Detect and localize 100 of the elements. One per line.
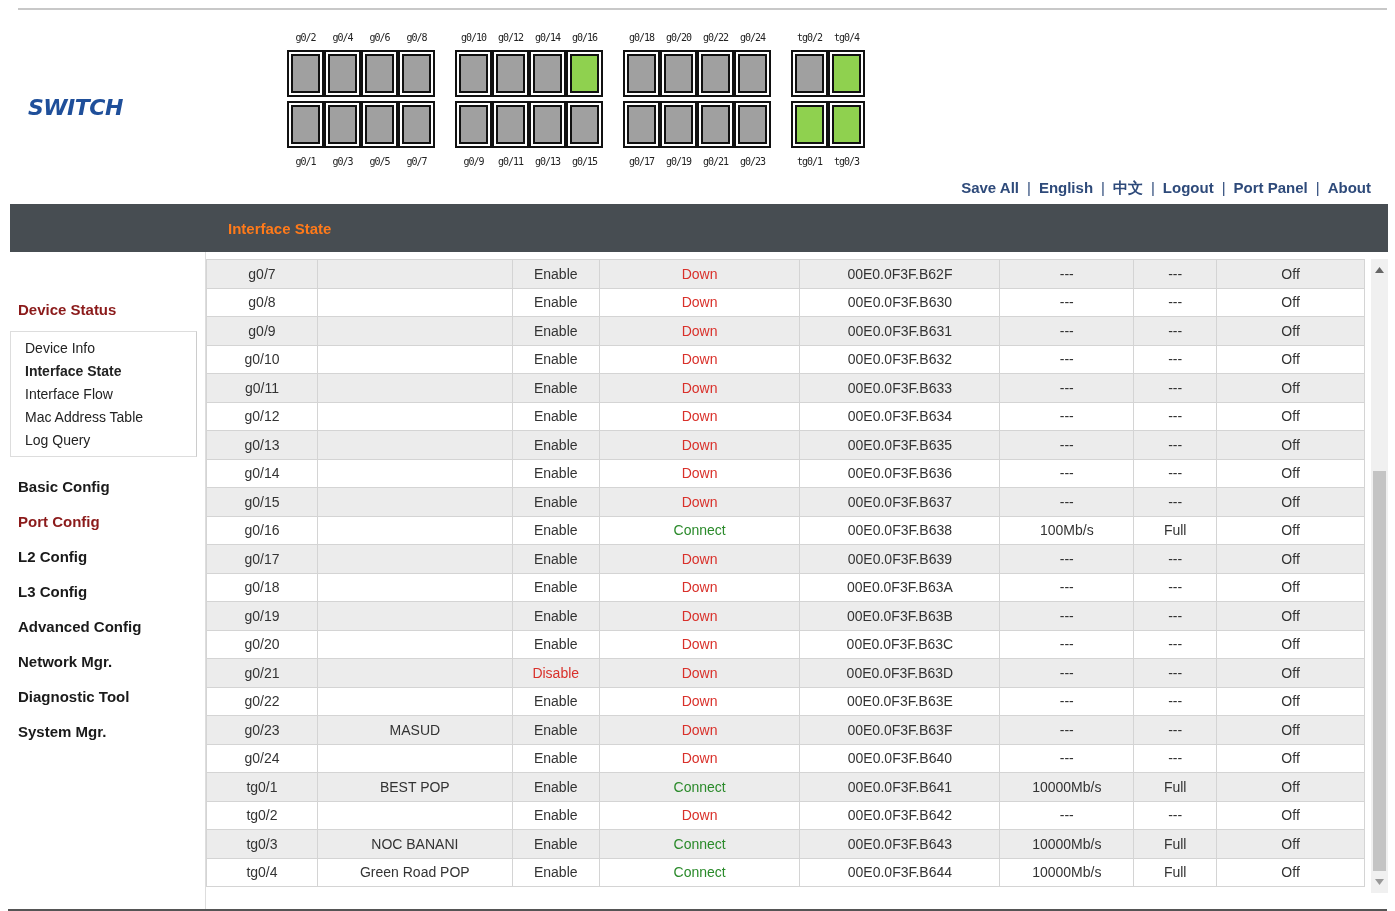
table-cell: Off bbox=[1216, 288, 1365, 317]
port-icon[interactable] bbox=[697, 50, 734, 97]
submenu-item[interactable]: Log Query bbox=[25, 432, 196, 448]
port-icon[interactable] bbox=[791, 101, 828, 148]
table-cell: --- bbox=[999, 430, 1134, 459]
port-icon[interactable] bbox=[828, 101, 865, 148]
port-icon[interactable] bbox=[734, 50, 771, 97]
nav-link[interactable]: English bbox=[1038, 179, 1094, 198]
port-icon[interactable] bbox=[492, 101, 529, 148]
menu-item[interactable]: Network Mgr. bbox=[10, 644, 121, 679]
nav-link[interactable]: Logout bbox=[1162, 179, 1214, 198]
port-icon[interactable] bbox=[734, 101, 771, 148]
port-icon[interactable] bbox=[455, 50, 492, 97]
table-cell: 10000Mb/s bbox=[999, 829, 1134, 858]
table-cell: Down bbox=[599, 573, 800, 602]
table-cell: g0/24 bbox=[206, 744, 318, 773]
port-icon[interactable] bbox=[361, 101, 398, 148]
port-icon[interactable] bbox=[623, 101, 660, 148]
table-cell: Full bbox=[1133, 829, 1217, 858]
table-cell: Down bbox=[599, 316, 800, 345]
table-cell: 00E0.0F3F.B644 bbox=[800, 858, 1000, 887]
table-cell: --- bbox=[1133, 658, 1217, 687]
menu-item[interactable]: Basic Config bbox=[10, 469, 118, 504]
port-icon[interactable] bbox=[697, 101, 734, 148]
port-icon[interactable] bbox=[287, 101, 324, 148]
port-icon[interactable] bbox=[566, 101, 603, 148]
table-cell: --- bbox=[1133, 430, 1217, 459]
port-icon[interactable] bbox=[324, 101, 361, 148]
port-icon[interactable] bbox=[566, 50, 603, 97]
menu-item[interactable]: L3 Config bbox=[10, 574, 96, 609]
table-cell: Off bbox=[1216, 430, 1365, 459]
table-cell: 00E0.0F3F.B634 bbox=[800, 402, 1000, 431]
table-cell: --- bbox=[1133, 744, 1217, 773]
menu-item[interactable]: Diagnostic Tool bbox=[10, 679, 138, 714]
port-label: g0/23 bbox=[738, 155, 767, 167]
menu-item[interactable]: Port Config bbox=[10, 504, 108, 539]
table-cell: tg0/3 bbox=[206, 829, 318, 858]
port-icon[interactable] bbox=[398, 50, 435, 97]
port-label: tg0/4 bbox=[832, 31, 861, 43]
table-cell: tg0/2 bbox=[206, 801, 318, 830]
table-cell: Down bbox=[599, 715, 800, 744]
table-cell: --- bbox=[1133, 345, 1217, 374]
port-icon[interactable] bbox=[660, 101, 697, 148]
nav-link[interactable]: 中文 bbox=[1112, 179, 1143, 198]
table-cell: Off bbox=[1216, 516, 1365, 545]
table-cell: 100Mb/s bbox=[999, 516, 1134, 545]
port-icon[interactable] bbox=[398, 101, 435, 148]
nav-link[interactable]: Port Panel bbox=[1233, 179, 1308, 198]
menu-item[interactable]: Advanced Config bbox=[10, 609, 150, 644]
menu-item[interactable]: System Mgr. bbox=[10, 714, 115, 749]
port-icon[interactable] bbox=[492, 50, 529, 97]
table-cell: --- bbox=[1133, 573, 1217, 602]
logo: SWITCH bbox=[28, 94, 123, 120]
submenu-item[interactable]: Interface State bbox=[25, 363, 196, 379]
port-label: g0/9 bbox=[462, 155, 485, 167]
port-icon[interactable] bbox=[361, 50, 398, 97]
port-label: g0/1 bbox=[294, 155, 317, 167]
table-cell: --- bbox=[999, 715, 1134, 744]
port-icon[interactable] bbox=[828, 50, 865, 97]
port-label: g0/15 bbox=[570, 155, 599, 167]
port-label: g0/20 bbox=[664, 31, 693, 43]
submenu-item[interactable]: Device Info bbox=[25, 340, 196, 356]
port-icon[interactable] bbox=[324, 50, 361, 97]
separator: | bbox=[1150, 179, 1155, 198]
port-label: g0/12 bbox=[496, 31, 525, 43]
nav-link[interactable]: About bbox=[1327, 179, 1371, 198]
table-cell: g0/10 bbox=[206, 345, 318, 374]
table-cell: 10000Mb/s bbox=[999, 772, 1134, 801]
table-cell: Down bbox=[599, 544, 800, 573]
submenu-item[interactable]: Interface Flow bbox=[25, 386, 196, 402]
port-icon[interactable] bbox=[529, 50, 566, 97]
menu-item[interactable]: L2 Config bbox=[10, 539, 96, 574]
port-icon[interactable] bbox=[455, 101, 492, 148]
table-cell: --- bbox=[1133, 601, 1217, 630]
scroll-thumb[interactable] bbox=[1373, 471, 1386, 871]
table-cell: Down bbox=[599, 402, 800, 431]
nav-link[interactable]: Save All bbox=[961, 179, 1019, 198]
table-cell: Connect bbox=[599, 772, 800, 801]
port-icon[interactable] bbox=[529, 101, 566, 148]
submenu-item[interactable]: Mac Address Table bbox=[25, 409, 196, 425]
menu-item[interactable]: Device Status bbox=[10, 292, 125, 327]
port-icon[interactable] bbox=[623, 50, 660, 97]
port-label: g0/4 bbox=[331, 31, 354, 43]
table-cell: --- bbox=[999, 744, 1134, 773]
port-icon[interactable] bbox=[660, 50, 697, 97]
table-cell: 00E0.0F3F.B632 bbox=[800, 345, 1000, 374]
scroll-up-icon[interactable] bbox=[1375, 267, 1384, 273]
scrollbar[interactable] bbox=[1371, 259, 1388, 893]
table-cell: Off bbox=[1216, 801, 1365, 830]
table-cell: 00E0.0F3F.B636 bbox=[800, 459, 1000, 488]
table-cell: Enable bbox=[512, 772, 600, 801]
port-icon[interactable] bbox=[791, 50, 828, 97]
table-cell: --- bbox=[1133, 687, 1217, 716]
table-cell: 00E0.0F3F.B639 bbox=[800, 544, 1000, 573]
port-icon[interactable] bbox=[287, 50, 324, 97]
table-cell: Enable bbox=[512, 630, 600, 659]
table-cell: --- bbox=[999, 801, 1134, 830]
table-cell: Off bbox=[1216, 858, 1365, 887]
table-cell: --- bbox=[1133, 402, 1217, 431]
table-cell: --- bbox=[999, 373, 1134, 402]
